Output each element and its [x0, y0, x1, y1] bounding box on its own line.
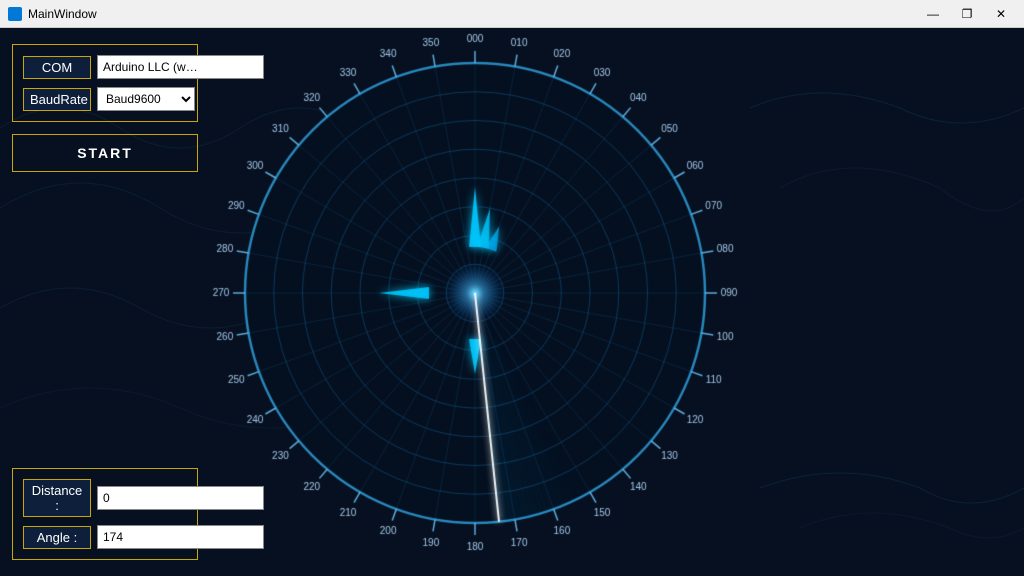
title-bar: MainWindow — ❐ ✕ — [0, 0, 1024, 28]
start-button[interactable]: START — [13, 135, 197, 171]
com-input[interactable] — [97, 55, 264, 79]
data-group: Distance : Angle : — [12, 468, 198, 560]
baudrate-select[interactable]: Baud9600 Baud115200 Baud57600 Baud38400 — [97, 87, 195, 111]
angle-value — [97, 525, 264, 549]
com-row: COM — [23, 55, 187, 79]
baudrate-label: BaudRate — [23, 88, 91, 111]
connection-group: COM BaudRate Baud9600 Baud115200 Baud576… — [12, 44, 198, 122]
angle-row: Angle : — [23, 525, 187, 549]
baudrate-row: BaudRate Baud9600 Baud115200 Baud57600 B… — [23, 87, 187, 111]
left-panel: COM BaudRate Baud9600 Baud115200 Baud576… — [0, 28, 210, 576]
app-icon — [8, 7, 22, 21]
maximize-button[interactable]: ❐ — [952, 4, 982, 24]
radar-canvas — [210, 28, 740, 558]
com-label: COM — [23, 56, 91, 79]
close-button[interactable]: ✕ — [986, 4, 1016, 24]
distance-row: Distance : — [23, 479, 187, 517]
radar-area — [210, 28, 1024, 576]
distance-value — [97, 486, 264, 510]
start-group: START — [12, 134, 198, 172]
main-content: COM BaudRate Baud9600 Baud115200 Baud576… — [0, 28, 1024, 576]
window-title: MainWindow — [28, 7, 912, 21]
minimize-button[interactable]: — — [918, 4, 948, 24]
window-controls: — ❐ ✕ — [918, 4, 1016, 24]
angle-label: Angle : — [23, 526, 91, 549]
distance-label: Distance : — [23, 479, 91, 517]
